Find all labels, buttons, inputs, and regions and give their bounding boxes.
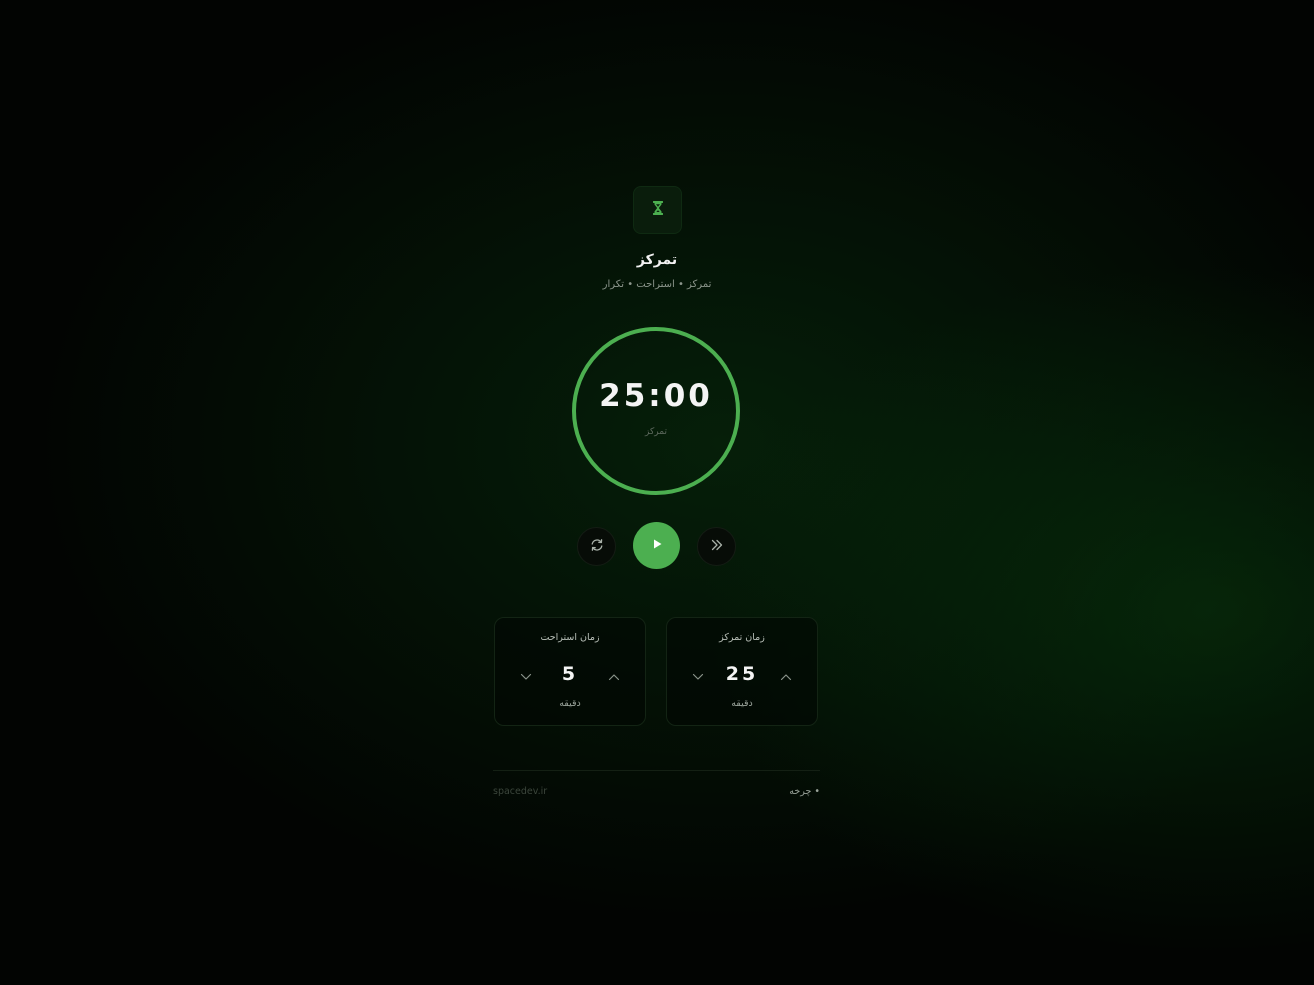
break-duration-title: زمان استراحت — [540, 632, 600, 643]
page-title: تمرکز — [636, 252, 678, 268]
hourglass-icon — [651, 200, 665, 220]
focus-increase-button[interactable] — [777, 666, 795, 684]
pomodoro-app: تمرکز تمرکز • استراحت • تکرار 25:00 تمرک… — [0, 0, 1314, 985]
skip-button[interactable] — [697, 527, 736, 566]
footer-cycle-count: • چرخه — [789, 786, 820, 797]
play-icon — [650, 536, 664, 555]
chevron-up-icon — [608, 666, 620, 685]
break-duration-card: زمان استراحت 5 دقیقه — [494, 617, 646, 726]
logo-badge — [633, 186, 682, 234]
play-button[interactable] — [633, 522, 680, 569]
double-chevron-icon — [710, 537, 724, 556]
break-increase-button[interactable] — [605, 666, 623, 684]
chevron-up-icon — [780, 666, 792, 685]
focus-duration-unit: دقیقه — [731, 698, 753, 709]
page-subtitle: تمرکز • استراحت • تکرار — [602, 279, 712, 290]
focus-duration-card: زمان تمرکز 25 دقیقه — [666, 617, 818, 726]
timer-display: 25:00 تمرکز — [571, 326, 741, 496]
refresh-icon — [590, 537, 604, 556]
footer-divider — [493, 770, 820, 771]
focus-duration-title: زمان تمرکز — [719, 632, 765, 643]
reset-button[interactable] — [577, 527, 616, 566]
break-duration-unit: دقیقه — [559, 698, 581, 709]
footer-site-link[interactable]: spacedev.ir — [493, 786, 547, 797]
timer-mode-label: تمرکز — [645, 427, 667, 437]
timer-time: 25:00 — [599, 378, 713, 414]
